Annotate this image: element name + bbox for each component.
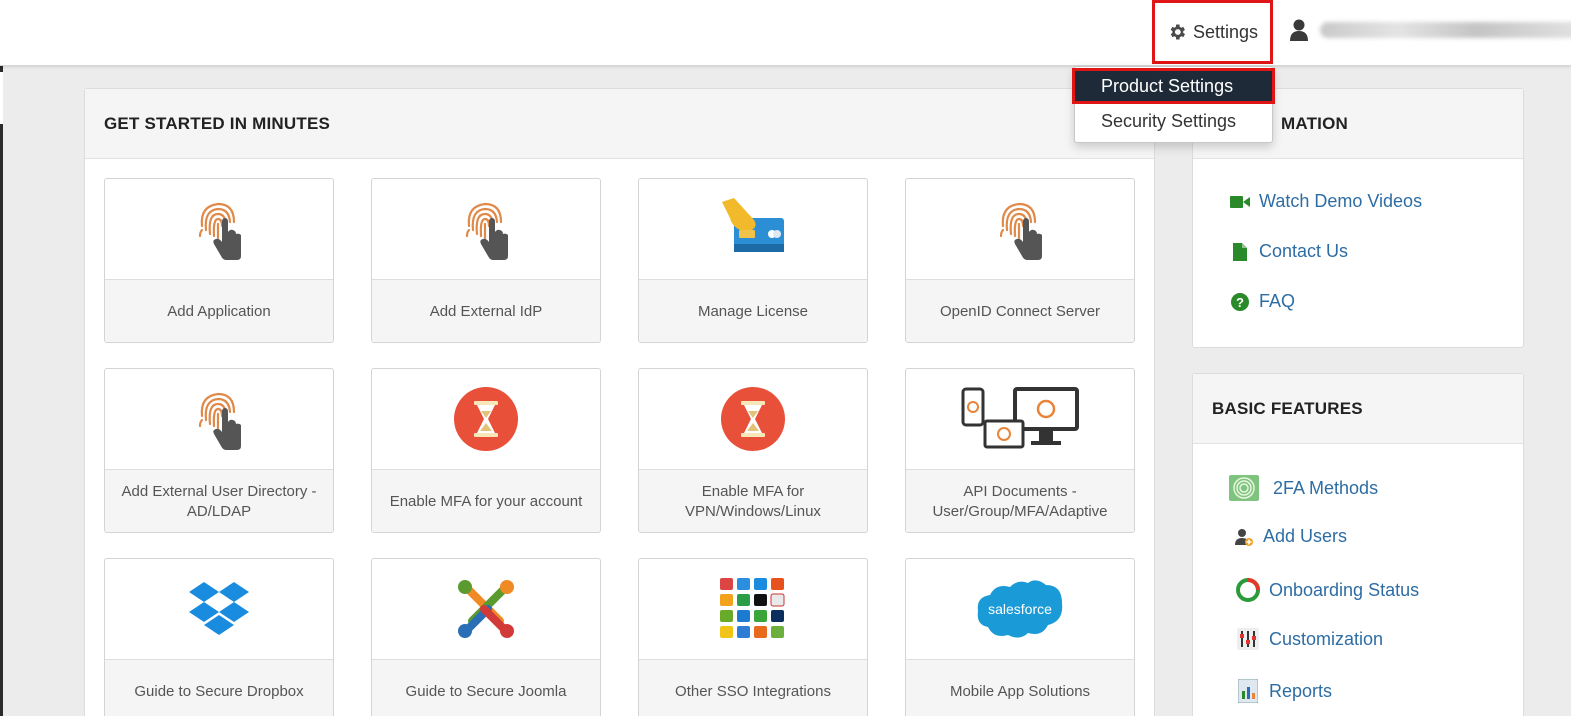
tile-enable-mfa-vpn[interactable]: Enable MFA for VPN/Windows/Linux (638, 368, 868, 533)
contact-us-link[interactable]: Contact Us (1229, 241, 1348, 262)
faq-link[interactable]: ? FAQ (1229, 291, 1295, 312)
basic-features-title: BASIC FEATURES (1193, 374, 1523, 444)
video-camera-icon (1230, 195, 1250, 208)
user-menu[interactable] (1290, 18, 1571, 42)
tile-label: Enable MFA for VPN/Windows/Linux (639, 469, 867, 532)
sliders-icon (1237, 628, 1259, 650)
customization-link[interactable]: Customization (1235, 628, 1383, 650)
menu-item-product-settings[interactable]: Product Settings (1072, 68, 1275, 104)
link-label: Reports (1269, 680, 1333, 701)
donut-status-icon (1236, 578, 1260, 602)
settings-dropdown: Product Settings Security Settings (1072, 66, 1275, 143)
fingerprint-icon (198, 202, 243, 262)
link-label: Customization (1269, 628, 1384, 649)
settings-button[interactable]: Settings (1152, 0, 1273, 64)
add-users-link[interactable]: Add Users (1233, 526, 1347, 547)
tile-label: Manage License (639, 279, 867, 342)
tile-label: Mobile App Solutions (906, 659, 1134, 716)
tile-guide-joomla[interactable]: Guide to Secure Joomla (371, 558, 601, 716)
user-email-redacted (1320, 22, 1571, 38)
tile-add-external-user-directory[interactable]: Add External User Directory - AD/LDAP (104, 368, 334, 533)
link-label: FAQ (1259, 291, 1296, 311)
tile-add-external-idp[interactable]: Add External IdP (371, 178, 601, 343)
fingerprint-icon (465, 202, 510, 262)
credit-card-icon (722, 198, 784, 252)
fingerprint-icon (999, 202, 1044, 262)
tile-guide-dropbox[interactable]: Guide to Secure Dropbox (104, 558, 334, 716)
tile-mobile-app[interactable]: salesforce Mobile App Solutions (905, 558, 1135, 716)
tile-label: Add External IdP (372, 279, 600, 342)
menu-item-security-settings[interactable]: Security Settings (1075, 105, 1272, 137)
get-started-panel: GET STARTED IN MINUTES Add Application A… (84, 88, 1155, 716)
link-label: Contact Us (1259, 241, 1349, 261)
tile-label: Guide to Secure Dropbox (105, 659, 333, 716)
document-icon (1233, 242, 1247, 261)
2fa-methods-link[interactable]: 2FA Methods (1229, 475, 1378, 501)
link-label: 2FA Methods (1273, 477, 1379, 498)
link-label: Onboarding Status (1269, 579, 1420, 600)
report-icon (1238, 679, 1258, 703)
tile-label: OpenID Connect Server (906, 279, 1134, 342)
tile-label: Other SSO Integrations (639, 659, 867, 716)
tile-add-application[interactable]: Add Application (104, 178, 334, 343)
tile-enable-mfa-account[interactable]: Enable MFA for your account (371, 368, 601, 533)
left-edge (0, 66, 3, 716)
user-icon (1290, 19, 1308, 41)
tile-api-documents[interactable]: API Documents - User/Group/MFA/Adaptive (905, 368, 1135, 533)
tile-label: Add Application (105, 279, 333, 342)
basic-features-panel: BASIC FEATURES 2FA Methods Add Users Onb… (1192, 373, 1524, 716)
get-started-title: GET STARTED IN MINUTES (85, 89, 1154, 159)
joomla-icon (458, 580, 514, 638)
tile-label: API Documents - User/Group/MFA/Adaptive (906, 469, 1134, 532)
link-label: Watch Demo Videos (1259, 191, 1423, 211)
salesforce-icon: salesforce (977, 580, 1063, 638)
svg-text:salesforce: salesforce (988, 601, 1052, 617)
fingerprint-badge-icon (1229, 475, 1259, 501)
top-bar: Settings (0, 0, 1571, 66)
link-label: Add Users (1263, 526, 1348, 546)
svg-text:?: ? (1236, 295, 1244, 310)
tile-label: Guide to Secure Joomla (372, 659, 600, 716)
watch-demo-videos-link[interactable]: Watch Demo Videos (1229, 191, 1422, 212)
tile-manage-license[interactable]: Manage License (638, 178, 868, 343)
tile-label: Add External User Directory - AD/LDAP (105, 469, 333, 532)
tile-other-sso[interactable]: Other SSO Integrations (638, 558, 868, 716)
tile-label: Enable MFA for your account (372, 469, 600, 532)
fingerprint-icon (198, 392, 243, 452)
onboarding-status-link[interactable]: Onboarding Status (1235, 577, 1419, 603)
dropbox-icon (189, 582, 249, 635)
left-edge-marker (0, 72, 3, 124)
tile-openid-connect-server[interactable]: OpenID Connect Server (905, 178, 1135, 343)
settings-label: Settings (1192, 21, 1259, 42)
gear-icon (1170, 24, 1185, 40)
question-circle-icon: ? (1231, 292, 1249, 311)
app-grid-icon (720, 578, 785, 638)
hourglass-icon (454, 387, 518, 451)
information-title-text: MATION (1281, 113, 1348, 133)
devices-icon (961, 387, 1079, 449)
hourglass-icon (721, 387, 785, 451)
reports-link[interactable]: Reports (1235, 679, 1332, 703)
add-user-icon (1235, 528, 1253, 546)
